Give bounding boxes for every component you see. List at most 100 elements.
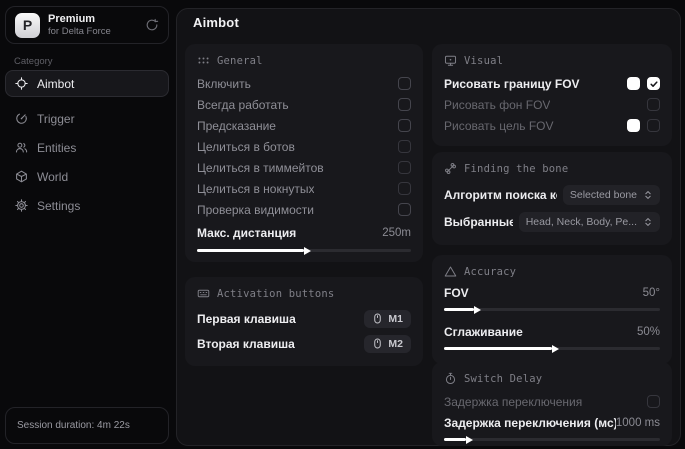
card-accuracy-header: Accuracy (444, 265, 660, 278)
setting-row: Рисовать цель FOV (444, 115, 660, 136)
slider-row: Задержка переключения (мс) 1000 ms (444, 414, 660, 432)
keybind-m2-button[interactable]: M2 (364, 335, 411, 353)
slider-value: 1000 ms (616, 417, 660, 429)
slider-row: FOV 50° (444, 284, 660, 302)
setting-label: Целиться в нокнутых (197, 182, 314, 196)
card-visual-header: Visual (444, 54, 660, 67)
world-icon (15, 170, 28, 183)
draw-fov-background-checkbox[interactable] (647, 98, 660, 111)
grid-icon (197, 54, 210, 67)
stopwatch-icon (444, 372, 457, 385)
app-subtitle: for Delta Force (48, 26, 111, 37)
setting-row: Задержка переключения (444, 391, 660, 412)
slider-value: 50% (637, 326, 660, 338)
dropdown-label: Выбранные кости (444, 215, 513, 229)
fov-target-color-swatch[interactable] (627, 119, 640, 132)
session-box: Session duration: 4m 22s (5, 407, 169, 444)
sidebar-item-entities[interactable]: Entities (5, 134, 169, 161)
triangle-icon (444, 265, 457, 278)
sidebar-item-world[interactable]: World (5, 163, 169, 190)
draw-fov-target-checkbox[interactable] (647, 119, 660, 132)
keybind-m1-button[interactable]: M1 (364, 310, 411, 328)
card-general-header: General (197, 54, 411, 67)
selected-bones-dropdown[interactable]: Head, Neck, Body, Pe... (519, 212, 660, 232)
setting-label: Рисовать цель FOV (444, 119, 554, 133)
card-header-label: Switch Delay (464, 373, 542, 385)
always-work-checkbox[interactable] (398, 98, 411, 111)
slider-label: Сглаживание (444, 325, 523, 339)
target-knocked-checkbox[interactable] (398, 182, 411, 195)
keybind-label: Вторая клавиша (197, 337, 295, 351)
entities-icon (15, 141, 28, 154)
slider-label: Задержка переключения (мс) (444, 416, 616, 430)
card-accuracy: Accuracy FOV 50° Сглаживание 50% (432, 255, 672, 364)
sidebar-item-label: Aimbot (37, 77, 74, 91)
fov-slider[interactable] (444, 308, 660, 311)
setting-row: Включить (197, 73, 411, 94)
bone-algorithm-dropdown[interactable]: Selected bone (563, 185, 660, 205)
max-distance-slider[interactable] (197, 249, 411, 252)
setting-label: Проверка видимости (197, 203, 314, 217)
smoothing-slider[interactable] (444, 347, 660, 350)
card-bone: Finding the bone Алгоритм поиска костей … (432, 152, 672, 245)
draw-fov-border-checkbox[interactable] (647, 77, 660, 90)
setting-row: Рисовать границу FOV (444, 73, 660, 94)
switch-delay-checkbox[interactable] (647, 395, 660, 408)
sidebar-item-label: World (37, 170, 68, 184)
card-activation-header: Activation buttons (197, 287, 411, 300)
setting-label: Задержка переключения (444, 395, 582, 409)
keybind-row: Вторая клавиша M2 (197, 331, 411, 356)
switch-delay-slider[interactable] (444, 438, 660, 441)
dropdown-row: Алгоритм поиска костей Selected bone (444, 181, 660, 208)
card-switch-delay-header: Switch Delay (444, 372, 660, 385)
setting-label: Рисовать фон FOV (444, 98, 550, 112)
dropdown-value: Selected bone (570, 189, 637, 201)
card-header-label: Visual (464, 55, 503, 67)
dropdown-label: Алгоритм поиска костей (444, 188, 557, 202)
sync-icon[interactable] (145, 18, 159, 32)
sidebar-nav: Aimbot Trigger Entities (5, 70, 169, 221)
control-group (627, 119, 660, 132)
check-icon (649, 79, 659, 89)
sidebar-item-settings[interactable]: Settings (5, 192, 169, 219)
target-bots-checkbox[interactable] (398, 140, 411, 153)
monitor-icon (444, 54, 457, 67)
setting-row: Целиться в тиммейтов (197, 157, 411, 178)
card-bone-header: Finding the bone (444, 162, 660, 175)
slider-value: 50° (643, 287, 660, 299)
app-window: P Premium for Delta Force Category Aimbo… (0, 0, 685, 449)
sort-arrows-icon (643, 190, 653, 200)
card-activation: Activation buttons Первая клавиша M1 Вто… (185, 277, 423, 366)
slider-row: Сглаживание 50% (444, 323, 660, 341)
card-general: General Включить Всегда работать Предска… (185, 44, 423, 262)
bone-icon (444, 162, 457, 175)
target-teammates-checkbox[interactable] (398, 161, 411, 174)
card-header-label: Activation buttons (217, 288, 334, 300)
sidebar-item-label: Trigger (37, 112, 75, 126)
setting-label: Включить (197, 77, 251, 91)
sidebar-item-trigger[interactable]: Trigger (5, 105, 169, 132)
card-header-label: Accuracy (464, 266, 516, 278)
page-title: Aimbot (193, 15, 239, 30)
fov-border-color-swatch[interactable] (627, 77, 640, 90)
category-label: Category (14, 56, 53, 67)
mouse-icon (372, 313, 383, 324)
logo-card: P Premium for Delta Force (5, 6, 169, 44)
dropdown-row: Выбранные кости Head, Neck, Body, Pe... (444, 208, 660, 235)
prediction-checkbox[interactable] (398, 119, 411, 132)
app-title: Premium (48, 13, 111, 26)
slider-fill (444, 438, 466, 441)
keybind-label: Первая клавиша (197, 312, 296, 326)
keybind-value: M1 (388, 313, 403, 325)
app-logo: P (15, 13, 40, 38)
enable-checkbox[interactable] (398, 77, 411, 90)
sidebar-item-aimbot[interactable]: Aimbot (5, 70, 169, 97)
card-header-label: Finding the bone (464, 163, 568, 175)
mouse-icon (372, 338, 383, 349)
visibility-check-checkbox[interactable] (398, 203, 411, 216)
keybind-value: M2 (388, 338, 403, 350)
keyboard-icon (197, 287, 210, 300)
slider-value: 250m (382, 227, 411, 239)
slider-label: Макс. дистанция (197, 226, 296, 240)
setting-label: Всегда работать (197, 98, 289, 112)
